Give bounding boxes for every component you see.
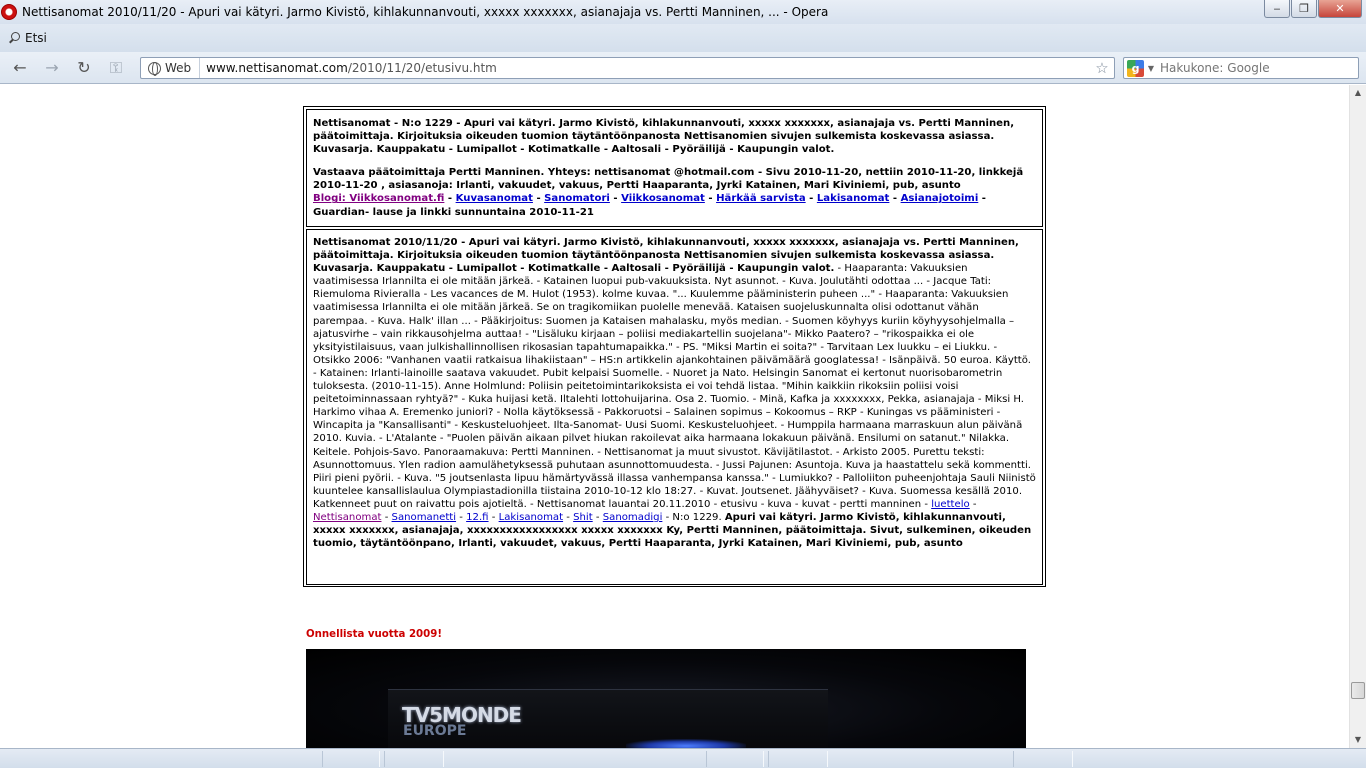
content-table: Nettisanomat - N:o 1229 - Apuri vai käty… [303,106,1046,587]
url-path: /2010/11/20/etusivu.htm [347,61,497,75]
scroll-up-arrow-icon[interactable]: ▲ [1350,85,1366,101]
link-sanomatori[interactable]: Sanomatori [544,193,610,204]
window-controls: ‒ ❐ ✕ [1264,0,1362,18]
site-info-badge[interactable]: Web [141,58,201,78]
photo-blue-glow [626,739,746,748]
scroll-down-arrow-icon[interactable]: ▼ [1350,732,1366,748]
menu-strip: Etsi [0,24,1366,52]
scrollbar-thumb[interactable] [1351,682,1365,699]
status-segment [706,751,764,767]
status-bar [0,748,1366,768]
url-field[interactable]: www.nettisanomat.com/2010/11/20/etusivu.… [200,61,1093,75]
new-year-greeting: Onnellista vuotta 2009! [306,629,442,640]
link-blogi[interactable]: Blogi: Viikkosanomat.fi [313,193,444,204]
search-input[interactable] [1158,61,1348,75]
status-segment [384,751,444,767]
address-bar[interactable]: Web www.nettisanomat.com/2010/11/20/etus… [140,57,1115,79]
page-viewport: Nettisanomat - N:o 1229 - Apuri vai käty… [0,85,1349,748]
link-lakisanomat[interactable]: Lakisanomat [817,193,890,204]
link-nettisanomat[interactable]: Nettisanomat [313,512,381,523]
link-viikkosanomat[interactable]: Viikkosanomat [621,193,705,204]
back-button[interactable]: ← [6,55,34,81]
link-asianajotoimi[interactable]: Asianajotoimi [901,193,979,204]
vertical-scrollbar[interactable]: ▲ ▼ [1349,85,1366,748]
globe-icon [148,61,161,76]
window-title: Nettisanomat 2010/11/20 - Apuri vai käty… [22,5,829,19]
header-box: Nettisanomat - N:o 1229 - Apuri vai käty… [306,109,1043,227]
header-outro: Guardian- lause ja linkki sunnuntaina 20… [313,206,594,218]
link-sanomadigi[interactable]: Sanomadigi [603,512,663,523]
link-12fi[interactable]: 12.fi [466,512,488,523]
link-kuvasanomat[interactable]: Kuvasanomat [456,193,533,204]
navigation-toolbar: ← → ↻ ⚿ Web www.nettisanomat.com/2010/11… [0,52,1366,84]
photo-logo-bottom: EUROPE [403,723,467,739]
link-sanomanetti[interactable]: Sanomanetti [392,512,457,523]
article-box: Nettisanomat 2010/11/20 - Apuri vai käty… [306,229,1043,585]
link-luettelo[interactable]: luettelo [931,499,970,510]
google-icon[interactable]: g [1127,59,1144,77]
link-harkaa-sarvista[interactable]: Härkää sarvista [716,193,806,204]
bookmark-star-icon[interactable]: ☆ [1093,59,1111,77]
search-bar: g ▼ [1123,57,1359,79]
wand-key-icon[interactable]: ⚿ [102,55,130,81]
status-segment [768,751,828,767]
forward-button[interactable]: → [38,55,66,81]
tv5monde-photo: TV5MONDE EUROPE [306,649,1026,748]
close-button[interactable]: ✕ [1318,0,1362,18]
header-contact: Vastaava päätoimittaja Pertti Manninen. … [313,167,1024,218]
header-intro: Nettisanomat - N:o 1229 - Apuri vai käty… [313,118,1015,156]
url-host: www.nettisanomat.com [206,61,348,75]
find-menu-label: Etsi [25,31,47,45]
reload-button[interactable]: ↻ [70,55,98,81]
article-body: - Haaparanta: Vakuuksien vaatimisessa Ir… [313,263,1036,510]
link-shit[interactable]: Shit [573,512,593,523]
find-menu-button[interactable]: Etsi [8,31,47,45]
issue-number: - N:o 1229. [662,511,725,523]
search-engine-dropdown-icon[interactable]: ▼ [1144,64,1158,73]
restore-button[interactable]: ❐ [1291,0,1317,18]
site-info-label: Web [165,61,192,75]
contact-text: Vastaava päätoimittaja Pertti Manninen. … [313,167,1024,192]
status-segment [1013,751,1073,767]
opera-logo-icon [1,4,17,20]
window-titlebar: Nettisanomat 2010/11/20 - Apuri vai käty… [0,0,1366,24]
minimize-button[interactable]: ‒ [1264,0,1290,18]
link-lakisanomat-2[interactable]: Lakisanomat [499,512,563,523]
search-icon [8,32,20,44]
status-segment [322,751,380,767]
